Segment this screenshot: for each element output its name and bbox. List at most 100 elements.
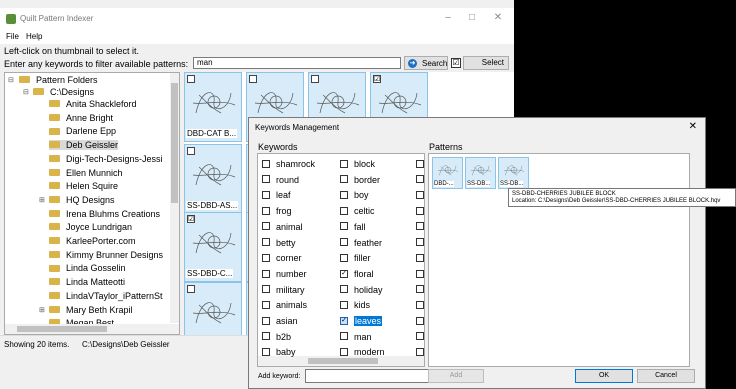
keyword-checkbox-partial[interactable] bbox=[416, 300, 424, 310]
checkbox[interactable] bbox=[262, 316, 270, 325]
tree-folder-item[interactable]: Anne Bright bbox=[49, 113, 113, 123]
keyword-checkbox-modern[interactable]: modern bbox=[340, 347, 385, 357]
keyword-checkbox-military[interactable]: military bbox=[262, 285, 305, 295]
tree-folder-item[interactable]: Darlene Epp bbox=[49, 126, 116, 136]
keyword-checkbox-b2b[interactable]: b2b bbox=[262, 332, 291, 342]
add-button[interactable]: Add bbox=[428, 369, 484, 383]
tree-folder-item[interactable]: Helen Squire bbox=[49, 181, 118, 191]
checkbox[interactable] bbox=[340, 206, 348, 215]
keyword-checkbox-partial[interactable] bbox=[416, 253, 424, 263]
checkbox[interactable] bbox=[262, 159, 270, 168]
keyword-checkbox-floral[interactable]: ✓ floral bbox=[340, 269, 374, 279]
checkbox[interactable] bbox=[262, 300, 270, 309]
checkbox[interactable] bbox=[262, 348, 270, 357]
tree-folder-item[interactable]: Mary Beth Krapil bbox=[49, 305, 133, 315]
thumbnail-checkbox[interactable] bbox=[311, 75, 319, 83]
select-all-checkbox[interactable]: ☑ bbox=[451, 58, 461, 68]
checkbox[interactable] bbox=[340, 175, 348, 184]
checkbox[interactable] bbox=[262, 206, 270, 215]
tree-folder-item[interactable]: Deb Geissler bbox=[49, 140, 119, 151]
keyword-checkbox-partial[interactable] bbox=[416, 175, 424, 185]
keyword-checkbox-round[interactable]: round bbox=[262, 175, 299, 185]
maximize-icon[interactable]: □ bbox=[462, 12, 482, 23]
tree-folder-item[interactable]: Digi-Tech-Designs-Jessi bbox=[49, 154, 163, 164]
keyword-checkbox-asian[interactable]: asian bbox=[262, 316, 298, 326]
thumbnail-checkbox[interactable] bbox=[187, 147, 195, 155]
thumbnail-checkbox[interactable] bbox=[249, 75, 257, 83]
add-keyword-input[interactable] bbox=[305, 369, 429, 383]
thumbnail-checkbox[interactable] bbox=[187, 75, 195, 83]
search-button[interactable]: ➜ Search bbox=[404, 56, 448, 70]
keyword-checkbox-partial[interactable] bbox=[416, 269, 424, 279]
checkbox[interactable] bbox=[340, 191, 348, 200]
checkbox[interactable] bbox=[262, 285, 270, 294]
collapse-icon[interactable]: ⊟ bbox=[23, 88, 29, 96]
checkbox[interactable] bbox=[262, 238, 270, 247]
tree-horizontal-scrollbar[interactable] bbox=[5, 324, 179, 334]
keyword-checkbox-leaves[interactable]: ✓ leaves bbox=[340, 316, 383, 326]
tree-folder-item[interactable]: Kimmy Brunner Designs bbox=[49, 250, 163, 260]
keyword-checkbox-leaf[interactable]: leaf bbox=[262, 190, 291, 200]
keyword-checkbox-animals[interactable]: animals bbox=[262, 300, 307, 310]
checkbox[interactable] bbox=[262, 253, 270, 262]
tree-folder-item[interactable]: Joyce Lundrigan bbox=[49, 222, 132, 232]
select-button[interactable]: Select bbox=[463, 56, 509, 70]
tree-folder-item[interactable]: Ellen Munnich bbox=[49, 168, 123, 178]
checkbox[interactable] bbox=[340, 285, 348, 294]
keyword-checkbox-fall[interactable]: fall bbox=[340, 222, 366, 232]
keyword-checkbox-partial[interactable] bbox=[416, 285, 424, 295]
keyword-checkbox-frog[interactable]: frog bbox=[262, 206, 292, 216]
keyword-checkbox-border[interactable]: border bbox=[340, 175, 380, 185]
checkbox[interactable] bbox=[340, 159, 348, 168]
checkbox[interactable] bbox=[262, 191, 270, 200]
checkbox[interactable] bbox=[340, 348, 348, 357]
folder-tree[interactable]: ⊟ Pattern Folders ⊟ C:\Designs Anita Sha… bbox=[4, 72, 180, 335]
keyword-checkbox-block[interactable]: block bbox=[340, 159, 375, 169]
thumbnail-checkbox[interactable]: ☑ bbox=[373, 75, 381, 83]
tree-folder-item[interactable]: LindaVTaylor_iPatternSt bbox=[49, 291, 163, 301]
pattern-thumbnail[interactable]: SS-DBD-AS... bbox=[184, 144, 242, 214]
checkbox[interactable] bbox=[340, 300, 348, 309]
keyword-checkbox-partial[interactable] bbox=[416, 159, 424, 169]
keyword-checkbox-partial[interactable] bbox=[416, 190, 424, 200]
tree-drive[interactable]: C:\Designs bbox=[33, 87, 94, 97]
tree-folder-item[interactable]: Linda Matteotti bbox=[49, 277, 125, 287]
checkbox[interactable] bbox=[262, 175, 270, 184]
menu-help[interactable]: Help bbox=[26, 32, 42, 41]
minimize-icon[interactable]: – bbox=[438, 12, 458, 23]
keyword-filter-input[interactable]: man bbox=[193, 57, 401, 69]
tree-folder-item[interactable]: HQ Designs bbox=[49, 195, 115, 205]
pattern-thumbnail[interactable]: DBD-CAT B... bbox=[184, 72, 242, 142]
keyword-checkbox-animal[interactable]: animal bbox=[262, 222, 303, 232]
keywords-horizontal-scrollbar[interactable] bbox=[258, 356, 424, 366]
pattern-thumbnail[interactable]: ☑ SS-DBD-C... bbox=[184, 212, 242, 282]
checkbox[interactable] bbox=[340, 332, 348, 341]
keyword-checkbox-partial[interactable] bbox=[416, 238, 424, 248]
pattern-item[interactable]: DBD-... bbox=[432, 157, 463, 189]
keyword-checkbox-baby[interactable]: baby bbox=[262, 347, 296, 357]
keyword-checkbox-feather[interactable]: feather bbox=[340, 238, 382, 248]
expand-icon[interactable]: ⊞ bbox=[39, 196, 45, 204]
checkbox[interactable] bbox=[340, 253, 348, 262]
keyword-checkbox-filler[interactable]: filler bbox=[340, 253, 371, 263]
pattern-thumbnail[interactable] bbox=[184, 282, 242, 335]
keyword-checkbox-partial[interactable] bbox=[416, 222, 424, 232]
checkbox[interactable] bbox=[262, 332, 270, 341]
pattern-item[interactable]: SS-DB... bbox=[465, 157, 496, 189]
keyword-checkbox-boy[interactable]: boy bbox=[340, 190, 369, 200]
tree-vertical-scrollbar[interactable] bbox=[170, 73, 179, 323]
keyword-checkbox-partial[interactable] bbox=[416, 347, 424, 357]
ok-button[interactable]: OK bbox=[575, 369, 633, 383]
keyword-checkbox-holiday[interactable]: holiday bbox=[340, 285, 383, 295]
tree-folder-item[interactable]: Irena Bluhms Creations bbox=[49, 209, 160, 219]
tree-folder-item[interactable]: KarleePorter.com bbox=[49, 236, 136, 246]
checkbox[interactable]: ✓ bbox=[340, 316, 348, 325]
close-icon[interactable]: ✕ bbox=[689, 121, 697, 132]
keyword-checkbox-corner[interactable]: corner bbox=[262, 253, 302, 263]
keyword-checkbox-celtic[interactable]: celtic bbox=[340, 206, 375, 216]
checkbox[interactable]: ✓ bbox=[340, 269, 348, 278]
keywords-list[interactable]: shamrock round leaf frog animal betty corner nu… bbox=[257, 153, 425, 367]
tree-folder-item[interactable]: Linda Gosselin bbox=[49, 263, 126, 273]
thumbnail-checkbox[interactable] bbox=[187, 285, 195, 293]
patterns-list[interactable]: DBD-... SS-DB... SS-DB... bbox=[428, 153, 690, 367]
